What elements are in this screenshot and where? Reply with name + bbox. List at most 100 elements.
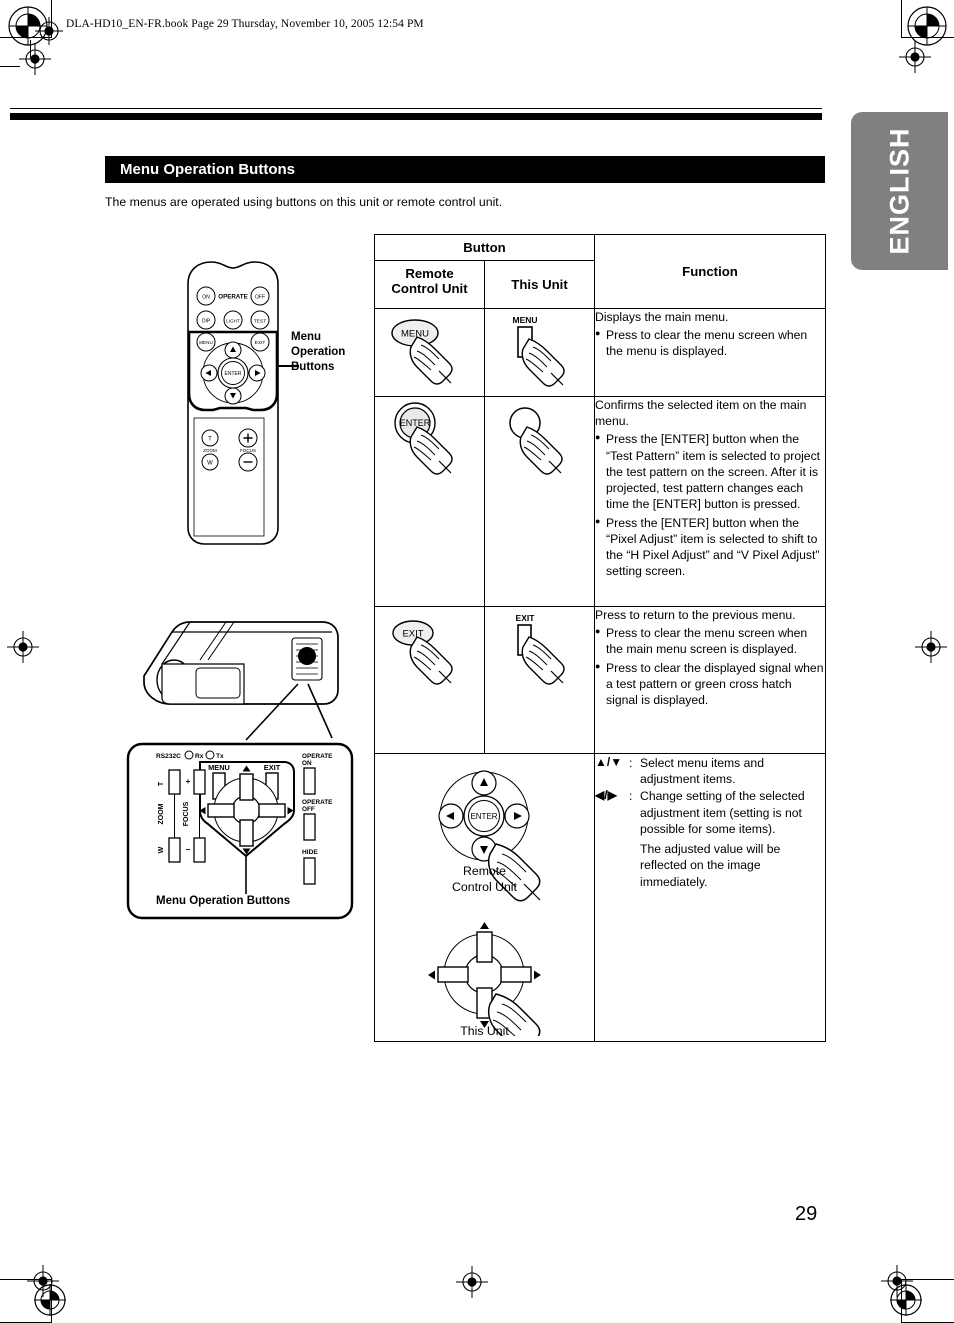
function-lead-enter: Confirms the selected item on the main m… — [595, 398, 807, 429]
bullet-icon: ● — [595, 626, 601, 637]
function-arrow-note: The adjusted value will be reflected on … — [640, 842, 781, 889]
cell-thisunit-menu-button: MENU — [483, 308, 596, 397]
table-row-arrows: ENTER Remote Control Unit This Unit ▲/▼ … — [373, 753, 827, 1052]
remote-callout-line3: Buttons — [291, 361, 335, 374]
remote-callout: Menu Operation Buttons — [291, 330, 345, 376]
panel-operate-on-label-2: ON — [302, 760, 312, 767]
cell-function-enter: Confirms the selected item on the main m… — [594, 396, 827, 607]
arrow-updown-icon: ▲/▼ — [595, 755, 623, 769]
remote-test-label: TEST — [254, 319, 266, 325]
panel-operate-on-label-1: OPERATE — [302, 753, 333, 760]
cell-thisunit-enter-button — [483, 396, 596, 607]
registration-mark-left-mid — [6, 630, 39, 663]
panel-rx-label: Rx — [195, 753, 204, 760]
cell-function-arrows: ▲/▼ : Select menu items and adjustment i… — [594, 753, 827, 1042]
remote-on-label: ON — [202, 295, 210, 301]
control-panel-caption: Menu Operation Buttons — [156, 895, 291, 907]
panel-focus-label: FOCUS — [183, 801, 190, 826]
function-bullet-exit-0: ● Press to clear the menu screen when th… — [595, 626, 808, 657]
function-arrow-updown: ▲/▼ : Select menu items and adjustment i… — [595, 755, 764, 787]
bullet-icon: ● — [595, 660, 601, 671]
remote-light-label: LIGHT — [226, 319, 240, 324]
page-title: Menu Operation Buttons — [120, 161, 295, 178]
table-enter-remote-label: ENTER — [400, 418, 431, 428]
table-row-enter: ENTER Confirms the selected item on the … — [374, 396, 827, 607]
registration-mark-bottom-center — [455, 1265, 488, 1298]
panel-zoom-label: ZOOM — [158, 803, 165, 824]
remote-zoom-t-label: T — [208, 437, 212, 443]
header-rule-thin — [10, 108, 822, 109]
table-header-button: Button — [373, 234, 596, 261]
section-title-bar: Menu Operation Buttons — [105, 156, 825, 183]
cell-thisunit-exit-button: EXIT — [483, 606, 596, 754]
crop-box-bottom-right — [901, 1279, 954, 1323]
page-number: 29 — [795, 1203, 818, 1225]
panel-operate-off-label-2: OFF — [302, 806, 315, 813]
remote-control-illustration: ON OPERATE OFF DIP LIGHT TEST MENU EXIT … — [178, 256, 373, 551]
panel-focus-plus-label: + — [186, 777, 191, 786]
table-header-row-1: Button Function — [373, 234, 827, 309]
cell-remote-enter-button: ENTER — [374, 396, 485, 607]
cell-function-exit: Press to return to the previous menu. ● … — [594, 606, 827, 754]
section-intro-text: The menus are operated using buttons on … — [105, 195, 503, 209]
table-header-remote: Remote Control Unit — [374, 260, 485, 309]
crop-box-bottom-left — [0, 1279, 52, 1323]
table-menu-unit-label: MENU — [512, 315, 537, 325]
bullet-icon: ● — [595, 515, 601, 526]
crop-line-left-h — [0, 66, 20, 67]
remote-dip-label: DIP — [202, 319, 211, 325]
remote-operate-label: OPERATE — [218, 294, 247, 301]
remote-callout-line1: Menu — [291, 331, 322, 343]
table-header-function: Function — [594, 234, 827, 309]
crop-box-top-left — [0, 0, 52, 38]
arrows-this-unit-caption: This Unit — [460, 1024, 509, 1038]
bullet-icon: ● — [595, 432, 601, 443]
function-bullet-enter-1: ● Press the [ENTER] button when the “Pix… — [595, 515, 820, 579]
language-tab: ENGLISH — [851, 112, 948, 270]
language-tab-label: ENGLISH — [884, 127, 914, 255]
panel-tx-label: Tx — [216, 753, 224, 760]
projector-illustration: RS232C Rx Tx MENU EXIT T ZOOM W + FOCUS … — [126, 598, 366, 928]
panel-zoom-t-label: T — [158, 781, 165, 786]
remote-off-label: OFF — [255, 295, 265, 301]
cell-arrow-illustrations: ENTER Remote Control Unit This Unit — [373, 753, 596, 1052]
cell-remote-menu-button: MENU — [374, 308, 485, 397]
table-row-exit: EXIT EXIT Press to return to the previou… — [374, 606, 827, 754]
function-bullet-exit-1: ● Press to clear the displayed signal wh… — [595, 660, 824, 708]
table-header-this-unit: This Unit — [483, 260, 596, 309]
function-lead-exit: Press to return to the previous menu. — [595, 608, 796, 622]
arrow-leftright-icon: ◀/▶ — [595, 788, 617, 803]
panel-menu-label: MENU — [208, 763, 230, 772]
remote-exit-label: EXIT — [255, 340, 266, 346]
function-arrow-leftright: ◀/▶ : Change setting of the selected adj… — [595, 788, 805, 836]
panel-hide-label: HIDE — [302, 849, 318, 856]
remote-menu-label: MENU — [199, 340, 213, 345]
remote-focus-label: FOCUS — [240, 448, 256, 453]
header-rule-thick — [10, 113, 822, 120]
arrows-remote-caption: Remote Control Unit — [452, 864, 517, 894]
crop-line-left — [30, 40, 31, 58]
cell-function-menu: Displays the main menu. ● Press to clear… — [594, 308, 827, 397]
bullet-icon: ● — [595, 328, 601, 339]
registration-mark-right-upper — [898, 40, 931, 73]
panel-operate-off-label-1: OPERATE — [302, 799, 333, 806]
panel-rs232c-label: RS232C — [156, 753, 181, 760]
registration-mark-right-mid — [914, 630, 947, 663]
function-bullet-enter-0: ● Press the [ENTER] button when the “Tes… — [595, 432, 821, 512]
function-bullet-menu-0: ● Press to clear the menu screen when th… — [595, 328, 808, 359]
table-menu-remote-label: MENU — [401, 329, 429, 340]
panel-focus-minus-label: − — [186, 845, 191, 854]
remote-callout-line2: Operation — [291, 346, 346, 359]
print-file-header: DLA-HD10_EN-FR.book Page 29 Thursday, No… — [66, 18, 424, 30]
table-exit-unit-label: EXIT — [516, 613, 536, 623]
remote-enter-label: ENTER — [225, 371, 242, 377]
remote-zoom-label: ZOOM — [203, 448, 217, 453]
panel-zoom-w-label: W — [158, 846, 165, 853]
arrows-remote-enter-label: ENTER — [470, 812, 497, 821]
table-row-menu: MENU MENU Displays the main menu. ● Pres… — [374, 308, 827, 397]
crop-box-top-right — [901, 0, 954, 38]
function-lead-menu: Displays the main menu. — [595, 310, 729, 324]
cell-remote-exit-button: EXIT — [374, 606, 485, 754]
button-function-table: Button Function Remote Control Unit This … — [373, 234, 827, 1052]
panel-exit-label: EXIT — [264, 763, 281, 772]
